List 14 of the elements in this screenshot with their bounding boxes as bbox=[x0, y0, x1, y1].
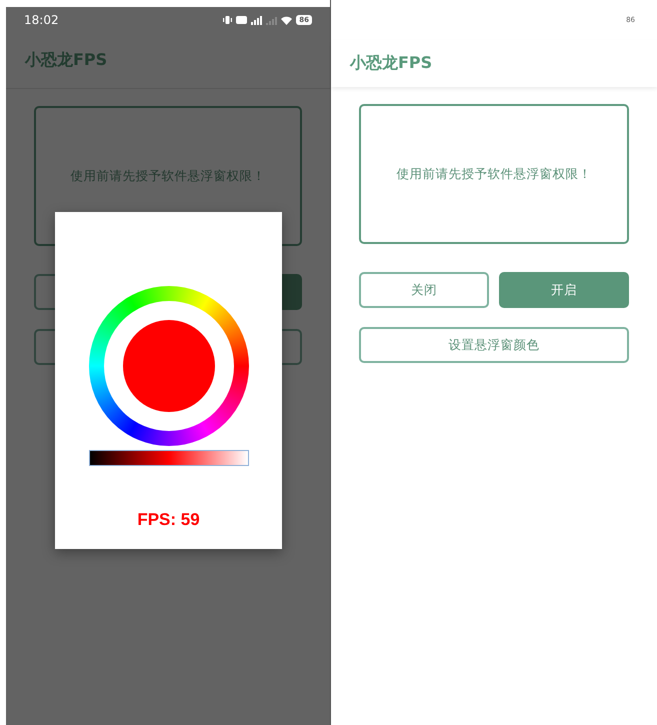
app-title: 小恐龙FPS bbox=[25, 50, 108, 71]
app-title: 小恐龙FPS bbox=[350, 53, 432, 74]
signal-icon bbox=[251, 16, 262, 24]
notice-text: 使用前请先授予软件悬浮窗权限！ bbox=[396, 166, 592, 182]
wifi-icon bbox=[281, 16, 292, 24]
button[interactable]: 开启 bbox=[499, 272, 629, 308]
fps-text: FPS: 59 bbox=[137, 510, 200, 530]
notice-text: 使用前请先授予软件悬浮窗权限！ bbox=[70, 168, 266, 184]
button[interactable]: 关闭 bbox=[359, 272, 489, 308]
signal-icon bbox=[266, 16, 278, 24]
brightness-bar[interactable] bbox=[88, 450, 248, 466]
button[interactable]: 设置悬浮窗颜色 bbox=[359, 327, 629, 363]
status-time: 18:02 bbox=[24, 13, 59, 27]
vibrate-icon bbox=[223, 16, 232, 24]
